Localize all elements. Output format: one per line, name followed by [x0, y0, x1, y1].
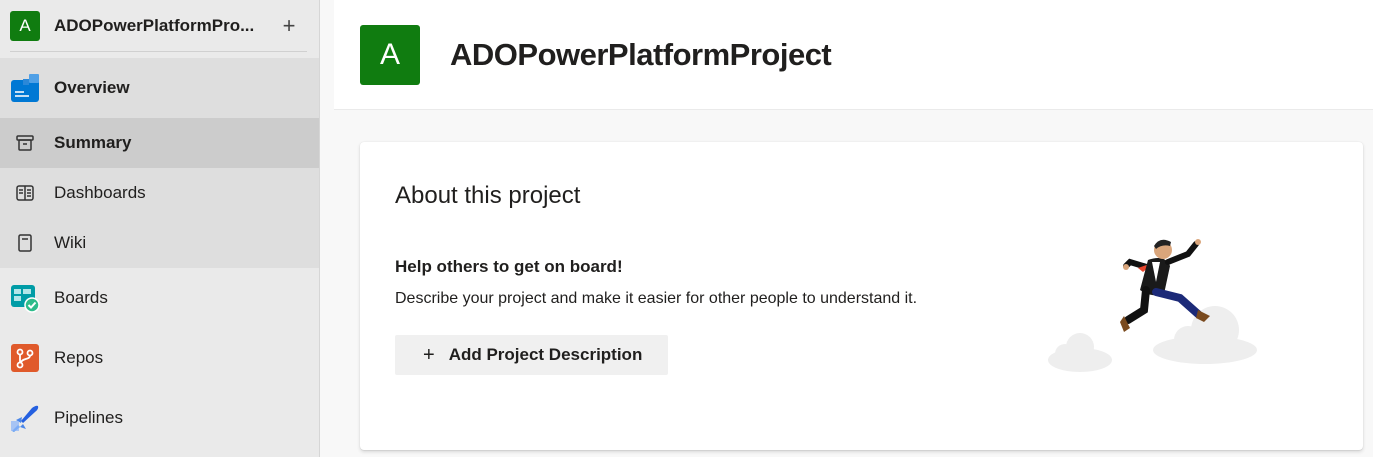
main-content: A ADOPowerPlatformProject About this pro… [320, 0, 1373, 457]
new-item-button[interactable]: + [277, 13, 301, 38]
sidebar-item-summary[interactable]: Summary [0, 118, 319, 168]
help-description: Describe your project and make it easier… [395, 290, 918, 307]
project-header-bar: A ADOPowerPlatformProject [334, 0, 1373, 110]
sidebar-item-label: Repos [54, 348, 104, 367]
project-large-avatar: A [360, 24, 420, 85]
project-header: A ADOPowerPlatformPro... + [0, 0, 319, 52]
sidebar: A ADOPowerPlatformPro... + Overview Summ… [0, 0, 320, 457]
page-title: ADOPowerPlatformProject [450, 36, 832, 72]
sidebar-item-label: Dashboards [54, 183, 146, 202]
plus-icon: + [423, 343, 435, 366]
sidebar-item-dashboards[interactable]: Dashboards [0, 168, 319, 218]
dashboards-icon [14, 182, 36, 204]
sidebar-item-boards[interactable]: Boards [0, 268, 319, 328]
sidebar-item-pipelines[interactable]: Pipelines [0, 388, 319, 448]
summary-icon [14, 132, 36, 154]
pipelines-icon [10, 403, 40, 433]
wiki-icon [14, 232, 36, 254]
card-title: About this project [395, 182, 581, 209]
help-title: Help others to get on board! [395, 257, 623, 276]
boards-icon [10, 283, 40, 313]
sidebar-item-label: Overview [54, 78, 130, 97]
sidebar-item-wiki[interactable]: Wiki [0, 218, 319, 268]
sidebar-item-repos[interactable]: Repos [0, 328, 319, 388]
about-project-card: About this project Help others to get on… [360, 142, 1363, 450]
sidebar-item-label: Pipelines [54, 408, 123, 427]
overview-group: Overview Summary Dashboards Wiki [0, 58, 319, 268]
project-avatar[interactable]: A [10, 11, 40, 41]
sidebar-item-label: Wiki [54, 233, 87, 252]
add-button-label: Add Project Description [448, 345, 643, 364]
repos-icon [10, 343, 40, 373]
add-project-description-button[interactable]: + Add Project Description [395, 335, 668, 375]
sidebar-item-label: Summary [54, 133, 132, 152]
overview-icon [10, 73, 40, 103]
project-name[interactable]: ADOPowerPlatformPro... [54, 16, 277, 36]
sidebar-item-overview[interactable]: Overview [0, 58, 319, 118]
sidebar-item-label: Boards [54, 288, 108, 307]
jumping-man-illustration [1048, 239, 1257, 372]
